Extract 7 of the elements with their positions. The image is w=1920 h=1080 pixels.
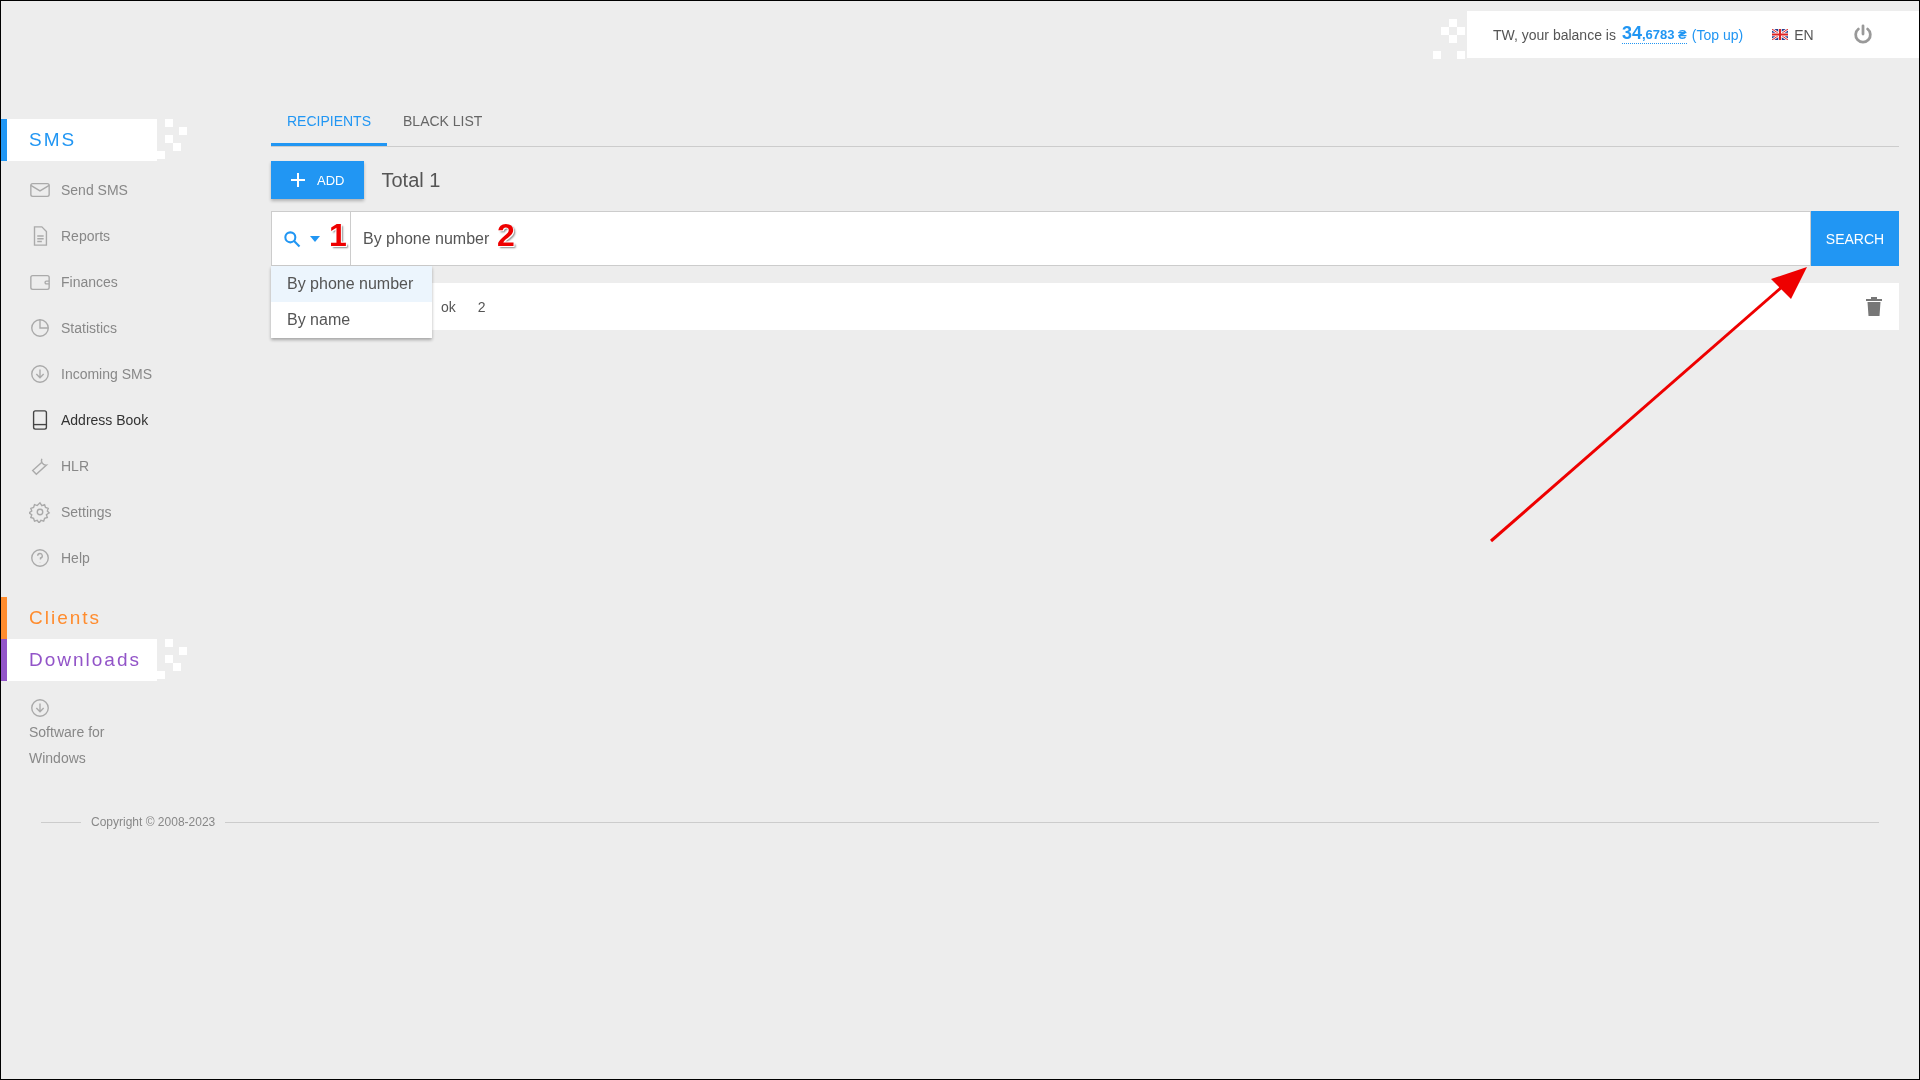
- row-count: 2: [477, 298, 486, 315]
- copyright-text: Copyright © 2008-2023: [91, 815, 216, 829]
- total-count: Total 1: [381, 168, 441, 192]
- balance-label: TW, your balance is: [1493, 26, 1616, 43]
- row-name: ok: [441, 298, 456, 315]
- annotation-number: 1: [329, 217, 347, 254]
- annotation-number: 2: [497, 217, 515, 254]
